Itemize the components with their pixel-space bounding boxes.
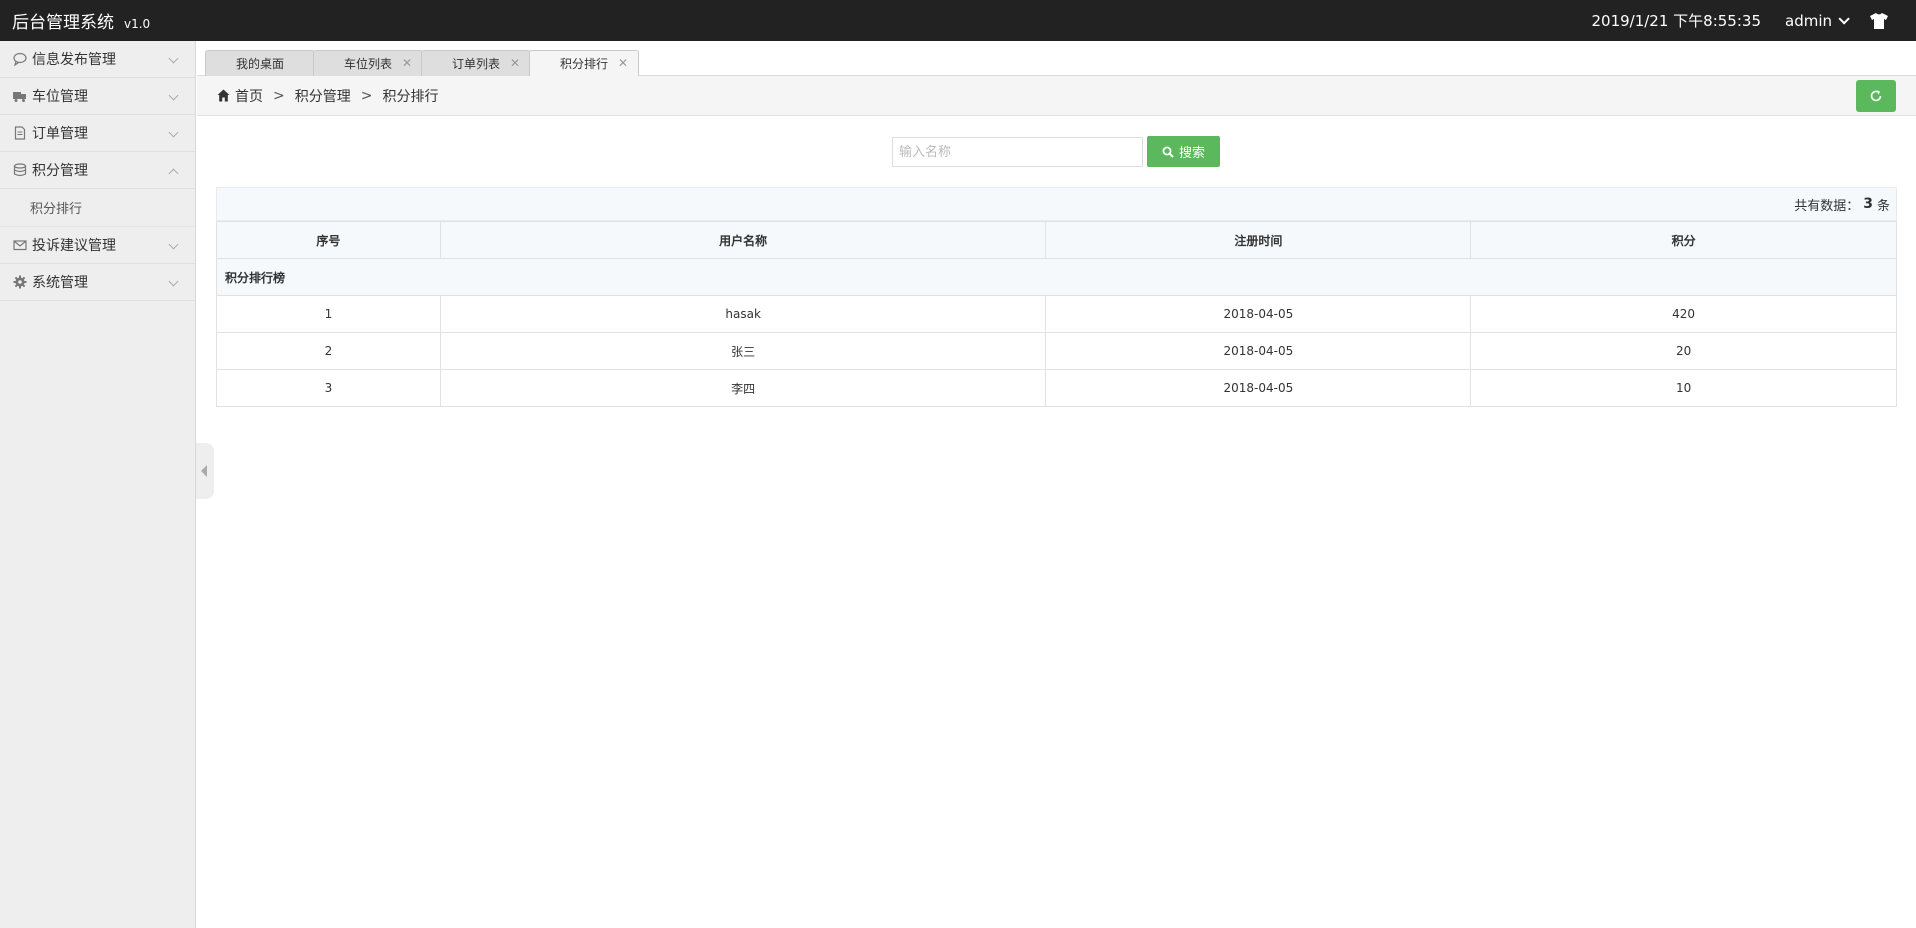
chevron-down-icon bbox=[168, 276, 179, 287]
sidebar-item-label: 投诉建议管理 bbox=[32, 238, 116, 254]
sidebar-item-complaints[interactable]: 投诉建议管理 bbox=[0, 227, 195, 264]
home-icon bbox=[217, 89, 230, 102]
gear-icon bbox=[13, 275, 27, 289]
database-icon bbox=[13, 163, 27, 177]
breadcrumb-current: 积分排行 bbox=[382, 88, 439, 105]
tab-label: 车位列表 bbox=[343, 57, 392, 71]
breadcrumb: 首页 > 积分管理 > 积分排行 bbox=[197, 76, 1916, 116]
tab-parking-list[interactable]: 车位列表 ✕ bbox=[313, 50, 423, 76]
close-icon[interactable]: ✕ bbox=[618, 56, 628, 70]
refresh-icon bbox=[1870, 90, 1882, 102]
table-caption-row: 积分排行榜 bbox=[216, 258, 1897, 296]
table-cell: 李四 bbox=[439, 369, 1047, 407]
table-cell: 20 bbox=[1470, 332, 1897, 370]
sidebar-subitem-points-ranking[interactable]: 积分排行 bbox=[0, 189, 195, 227]
table-caption: 积分排行榜 bbox=[216, 258, 1897, 296]
points-ranking-table: 积分排行榜 序号 用户名称 注册时间 积分 1 hasak 2018-04-05… bbox=[216, 221, 1897, 407]
sidebar-item-orders[interactable]: 订单管理 bbox=[0, 115, 195, 152]
truck-icon bbox=[13, 89, 27, 103]
tab-label: 我的桌面 bbox=[235, 57, 284, 71]
sidebar-item-label: 车位管理 bbox=[32, 89, 88, 105]
table-row: 1 hasak 2018-04-05 420 bbox=[216, 295, 1897, 333]
app-brand: 后台管理系统 v1.0 bbox=[0, 8, 150, 33]
current-datetime: 2019/1/21 下午8:55:35 bbox=[1591, 12, 1761, 30]
sidebar-item-label: 订单管理 bbox=[32, 126, 88, 142]
chevron-down-icon bbox=[1838, 12, 1850, 25]
chevron-down-icon bbox=[168, 90, 179, 101]
table-row: 3 李四 2018-04-05 10 bbox=[216, 369, 1897, 407]
envelope-icon bbox=[13, 238, 27, 252]
record-count: 共有数据： 3 条 bbox=[216, 187, 1897, 221]
breadcrumb-section[interactable]: 积分管理 bbox=[295, 86, 351, 106]
table-row: 2 张三 2018-04-05 20 bbox=[216, 332, 1897, 370]
tabs-bar: 我的桌面 车位列表 ✕ 订单列表 ✕ 积分排行 ✕ bbox=[197, 41, 1916, 76]
search-input[interactable] bbox=[892, 137, 1143, 167]
table-cell: 2 bbox=[216, 332, 441, 370]
table-cell: 1 bbox=[216, 295, 441, 333]
document-icon bbox=[13, 126, 27, 140]
app-version: v1.0 bbox=[124, 17, 151, 31]
tab-points-ranking[interactable]: 积分排行 ✕ bbox=[529, 50, 639, 76]
breadcrumb-separator: > bbox=[273, 87, 285, 104]
shirt-icon[interactable] bbox=[1870, 12, 1888, 29]
tab-order-list[interactable]: 订单列表 ✕ bbox=[421, 50, 531, 76]
chevron-down-icon bbox=[168, 53, 179, 64]
search-icon bbox=[1162, 146, 1174, 158]
table-cell: 10 bbox=[1470, 369, 1897, 407]
sidebar-collapse-handle[interactable] bbox=[196, 443, 214, 499]
table-cell: 2018-04-05 bbox=[1045, 295, 1472, 333]
table-cell: hasak bbox=[439, 295, 1047, 333]
column-header: 序号 bbox=[216, 221, 441, 259]
count-suffix: 条 bbox=[1876, 198, 1890, 214]
tab-label: 订单列表 bbox=[451, 57, 500, 71]
user-menu[interactable]: admin bbox=[1785, 11, 1850, 30]
table-cell: 420 bbox=[1470, 295, 1897, 333]
sidebar-item-points[interactable]: 积分管理 bbox=[0, 152, 195, 189]
sidebar-item-info-publish[interactable]: 信息发布管理 bbox=[0, 41, 195, 78]
table-cell: 2018-04-05 bbox=[1045, 369, 1472, 407]
sidebar: 信息发布管理 车位管理 订单管理 积分管理 积分排行 投诉建议管理 系统管理 bbox=[0, 41, 196, 928]
table-cell: 3 bbox=[216, 369, 441, 407]
breadcrumb-separator: > bbox=[360, 87, 373, 104]
search-button[interactable]: 搜索 bbox=[1147, 136, 1220, 167]
refresh-button[interactable] bbox=[1856, 80, 1896, 112]
chevron-down-icon bbox=[168, 239, 179, 250]
sidebar-item-label: 信息发布管理 bbox=[32, 52, 116, 68]
count-prefix: 共有数据： bbox=[1794, 198, 1860, 214]
search-button-label: 搜索 bbox=[1178, 146, 1205, 161]
sidebar-item-label: 积分管理 bbox=[32, 163, 88, 179]
top-header: 后台管理系统 v1.0 2019/1/21 下午8:55:35 admin bbox=[0, 0, 1916, 41]
app-title: 后台管理系统 bbox=[12, 13, 114, 33]
close-icon[interactable]: ✕ bbox=[402, 56, 412, 70]
sidebar-item-system[interactable]: 系统管理 bbox=[0, 264, 195, 301]
tab-label: 积分排行 bbox=[559, 57, 608, 71]
count-value: 3 bbox=[1863, 196, 1873, 212]
column-header: 注册时间 bbox=[1045, 221, 1472, 259]
sidebar-item-label: 系统管理 bbox=[32, 275, 88, 291]
chevron-up-icon bbox=[168, 168, 179, 179]
sidebar-item-parking[interactable]: 车位管理 bbox=[0, 78, 195, 115]
column-header: 积分 bbox=[1470, 221, 1897, 259]
tab-my-desktop[interactable]: 我的桌面 bbox=[205, 50, 315, 76]
chevron-down-icon bbox=[168, 127, 179, 138]
breadcrumb-home[interactable]: 首页 bbox=[235, 86, 263, 106]
close-icon[interactable]: ✕ bbox=[510, 56, 520, 70]
table-cell: 2018-04-05 bbox=[1045, 332, 1472, 370]
table-cell: 张三 bbox=[439, 332, 1047, 370]
username: admin bbox=[1785, 11, 1832, 30]
table-header-row: 序号 用户名称 注册时间 积分 bbox=[216, 221, 1897, 259]
comment-icon bbox=[13, 52, 27, 67]
column-header: 用户名称 bbox=[439, 221, 1047, 259]
